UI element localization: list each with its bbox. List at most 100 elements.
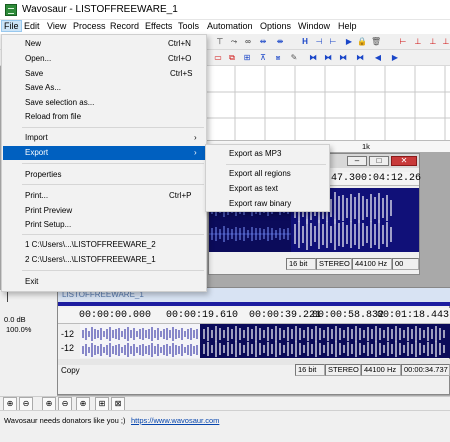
- menu-item-new[interactable]: New Ctrl+N: [3, 37, 205, 51]
- menu-automation[interactable]: Automation: [205, 21, 255, 31]
- channels: STEREO: [316, 258, 352, 270]
- level-db: 0.0 dB: [4, 315, 26, 324]
- menu-separator: [22, 270, 204, 271]
- zoom-fit-icon[interactable]: ⊞: [95, 397, 109, 411]
- tool-icon[interactable]: ⤳: [229, 37, 239, 47]
- menu-view[interactable]: View: [45, 21, 68, 31]
- menu-item-export-text[interactable]: Export as text: [207, 182, 328, 196]
- split-icon[interactable]: ⊥: [428, 37, 438, 47]
- sample-rate: 44100 Hz: [352, 258, 392, 270]
- menu-separator: [22, 184, 204, 185]
- pencil-icon[interactable]: ✎: [289, 53, 299, 63]
- bit-depth: 16 bit: [295, 364, 325, 376]
- right-arrow-icon[interactable]: ▶: [390, 53, 400, 63]
- menu-item-exit[interactable]: Exit: [3, 275, 205, 289]
- menu-window[interactable]: Window: [296, 21, 332, 31]
- menu-item-print[interactable]: Print... Ctrl+P: [3, 189, 205, 203]
- ruler-tick: 1k: [362, 142, 370, 151]
- maximize-button[interactable]: □: [369, 156, 389, 166]
- zoom-out-icon[interactable]: ⊖: [19, 397, 33, 411]
- menu-file[interactable]: File: [1, 20, 22, 32]
- channel-icon[interactable]: ⧓: [355, 53, 365, 63]
- bit-depth: 16 bit: [286, 258, 316, 270]
- menu-item-export[interactable]: Export ›: [3, 146, 205, 160]
- wave-icon[interactable]: ⇼: [275, 37, 285, 47]
- menu-item-open[interactable]: Open... Ctrl+O: [3, 52, 205, 66]
- menu-process[interactable]: Process: [71, 21, 108, 31]
- scale-top: -12: [61, 329, 75, 339]
- wave-icon[interactable]: ⇹: [258, 37, 268, 47]
- menu-item-save-as[interactable]: Save As...: [3, 81, 205, 95]
- menu-item-properties[interactable]: Properties: [3, 168, 205, 182]
- menu-item-recent-1[interactable]: 1 C:\Users\...\LISTOFFREEWARE_2: [3, 238, 205, 252]
- grid-area: [205, 66, 450, 146]
- left-level-panel: 0.0 dB 100.0%: [0, 290, 57, 396]
- front-waveform[interactable]: [80, 324, 450, 358]
- donate-message: Wavosaur needs donators like you ;): [4, 416, 126, 425]
- menu-effects[interactable]: Effects: [143, 21, 174, 31]
- zoom-selection-icon[interactable]: ⊕: [42, 397, 56, 411]
- lock-icon[interactable]: 🔒: [357, 37, 367, 47]
- zoom-reset-icon[interactable]: ⊠: [111, 397, 125, 411]
- play-icon[interactable]: ▶: [344, 37, 354, 47]
- front-timecode-ruler: 00:00:00.000 00:00:19.610 00:00:39.221 0…: [58, 308, 450, 324]
- channel-icon[interactable]: ⧓: [323, 53, 333, 63]
- marker-icon[interactable]: ⊣: [314, 37, 324, 47]
- app-icon: [5, 4, 17, 16]
- menu-separator: [226, 164, 326, 165]
- split-icon[interactable]: ⊥: [441, 37, 450, 47]
- minimize-button[interactable]: –: [347, 156, 367, 166]
- channel-icon[interactable]: ⧓: [308, 53, 318, 63]
- menu-help[interactable]: Help: [336, 21, 359, 31]
- front-waveform-graphic: [80, 324, 445, 358]
- menu-options[interactable]: Options: [258, 21, 293, 31]
- level-meter: [7, 292, 8, 302]
- front-wave-window[interactable]: LISTOFFREEWARE_1 00:00:00.000 00:00:19.6…: [57, 287, 450, 395]
- menu-item-export-mp3[interactable]: Export as MP3: [207, 147, 328, 161]
- reverse-icon[interactable]: ⧉: [227, 53, 237, 63]
- amp-icon[interactable]: ⊞: [242, 53, 252, 63]
- timecode-0: 00:00:00.000: [79, 310, 152, 321]
- zoom-full-icon[interactable]: ⊖: [58, 397, 72, 411]
- front-overview-bar[interactable]: [58, 302, 450, 306]
- left-arrow-icon[interactable]: ◀: [373, 53, 383, 63]
- menu-item-print-setup[interactable]: Print Setup...: [3, 218, 205, 232]
- chevron-right-icon: ›: [194, 148, 197, 157]
- menu-item-import[interactable]: Import ›: [3, 131, 205, 145]
- timecode-1: 00:00:19.610: [166, 310, 239, 321]
- menu-item-reload[interactable]: Reload from file: [3, 110, 205, 124]
- close-button[interactable]: ✕: [391, 156, 417, 166]
- menu-item-save[interactable]: Save Ctrl+S: [3, 67, 205, 81]
- channel-icon[interactable]: ⧓: [338, 53, 348, 63]
- menu-separator: [22, 163, 204, 164]
- menu-item-save-selection[interactable]: Save selection as...: [3, 96, 205, 110]
- zoom-in-icon[interactable]: ⊕: [3, 397, 17, 411]
- front-scale: -12 -12: [58, 324, 78, 358]
- zoom-vertical-icon[interactable]: ⊕: [76, 397, 90, 411]
- marker-icon[interactable]: H: [300, 37, 310, 47]
- cut-icon[interactable]: ⊢: [398, 37, 408, 47]
- split-icon[interactable]: ⊥: [413, 37, 423, 47]
- menu-item-print-preview[interactable]: Print Preview: [3, 204, 205, 218]
- tool-icon[interactable]: ⊤: [215, 37, 225, 47]
- scale-bottom: -12: [61, 343, 75, 353]
- menu-edit[interactable]: Edit: [22, 21, 42, 31]
- menu-record[interactable]: Record: [108, 21, 141, 31]
- timecode-2: 00:00:39.221: [249, 310, 322, 321]
- title-bar: Wavosaur - LISTOFFREEWARE_1: [0, 0, 450, 20]
- menu-tools[interactable]: Tools: [176, 21, 201, 31]
- menu-item-recent-2[interactable]: 2 C:\Users\...\LISTOFFREEWARE_1: [3, 253, 205, 267]
- menu-item-export-all-regions[interactable]: Export all regions: [207, 167, 328, 181]
- link-icon[interactable]: ∞: [243, 37, 253, 47]
- normalize-icon[interactable]: ▭: [213, 53, 223, 63]
- wave-icon[interactable]: ⩎: [273, 53, 283, 63]
- trash-icon[interactable]: 🗑: [371, 37, 381, 47]
- website-link[interactable]: https://www.wavosaur.com: [131, 416, 219, 425]
- marker-icon[interactable]: ⊢: [328, 37, 338, 47]
- menu-separator: [22, 127, 204, 128]
- menu-item-export-raw[interactable]: Export raw binary: [207, 197, 328, 211]
- file-menu: New Ctrl+N Open... Ctrl+O Save Ctrl+S Save …: [1, 34, 207, 292]
- fade-icon[interactable]: ⊼: [258, 53, 268, 63]
- sample-rate: 44100 Hz: [361, 364, 401, 376]
- menu-separator: [22, 234, 204, 235]
